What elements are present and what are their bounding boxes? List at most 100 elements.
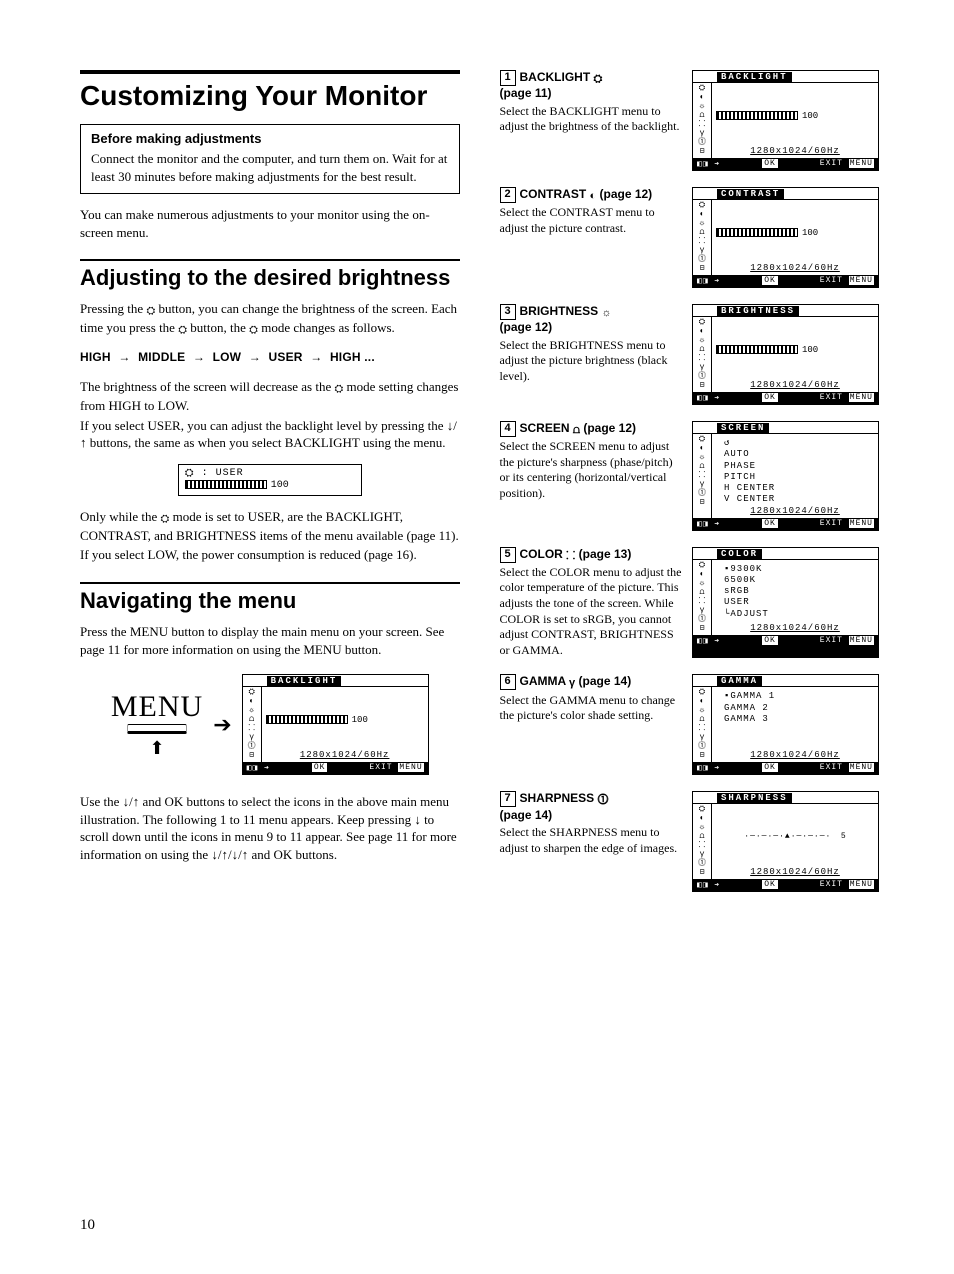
osd-foot-exit: EXIT xyxy=(820,519,843,528)
osd-footer: ◧◨ ➔OKEXIT MENU xyxy=(693,518,878,530)
section-rule xyxy=(80,582,460,584)
osd-foot-nav: ◧◨ ➔ xyxy=(697,636,720,646)
osd-foot-nav: ◧◨ ➔ xyxy=(697,276,720,286)
osd-list-item: └ADJUST xyxy=(724,609,874,620)
osd-gamma: GAMMA ⛭◐☼⩍⸬γ⓵⊟▪GAMMA 1 GAMMA 2 GAMMA 3128… xyxy=(692,674,879,775)
menu-button: ⬆ xyxy=(128,724,186,759)
two-column-layout: Customizing Your Monitor Before making a… xyxy=(80,70,879,908)
number-box: 1 xyxy=(500,70,516,86)
left-column: Customizing Your Monitor Before making a… xyxy=(80,70,460,908)
osd-footer: ◧◨ ➔OKEXIT MENU xyxy=(693,275,878,287)
osd-title: GAMMA xyxy=(717,676,762,686)
menu-item-description: Select the COLOR menu to adjust the colo… xyxy=(500,565,683,659)
title-page-ref: (page 14) xyxy=(500,808,553,822)
osd-title: SHARPNESS xyxy=(717,793,792,803)
osd-foot-nav: ◧◨ ➔ xyxy=(697,519,720,529)
osd-foot-ok: OK xyxy=(762,393,778,402)
osd-list: ▪9300K 6500K sRGB USER └ADJUST xyxy=(716,562,874,623)
osd-color: COLOR ⛭◐☼⩍⸬γ⓵⊟▪9300K 6500K sRGB USER └ADJ… xyxy=(692,547,879,659)
osd-list-item: ▪GAMMA 1 xyxy=(724,691,874,702)
menu-item-heading: 7SHARPNESS ⓵(page 14) xyxy=(500,791,683,823)
title-text: SCREEN xyxy=(520,421,573,435)
level-bar xyxy=(716,345,798,354)
section-adjusting-heading: Adjusting to the desired brightness xyxy=(80,265,460,290)
menu-item-text: 2CONTRAST ◐ (page 12)Select the CONTRAST… xyxy=(500,187,683,288)
osd-resolution: 1280x1024/60Hz xyxy=(716,146,874,156)
osd-sidebar: ⛭◐☼⩍⸬γ⓵⊟ xyxy=(693,804,712,879)
osd-foot-ok: OK xyxy=(312,763,328,772)
osd-foot-menu: MENU xyxy=(849,880,874,889)
adj-paragraph-4: Only while the ⛭ mode is set to USER, ar… xyxy=(80,508,460,544)
menu-item-text: 7SHARPNESS ⓵(page 14)Select the SHARPNES… xyxy=(500,791,683,892)
text-fragment: Pressing the xyxy=(80,301,146,316)
osd-footer: ◧◨ ➔OKEXIT MENU xyxy=(693,762,878,774)
page-title: Customizing Your Monitor xyxy=(80,80,460,112)
menu-item-heading: 4SCREEN ⩍ (page 12) xyxy=(500,421,683,437)
menu-item-text: 5COLOR ⸬ (page 13)Select the COLOR menu … xyxy=(500,547,683,659)
before-body: Connect the monitor and the computer, an… xyxy=(91,150,449,185)
backlight-icon: ⛭ xyxy=(249,323,258,338)
osd-foot-menu: MENU xyxy=(849,763,874,772)
osd-value: 100 xyxy=(802,111,818,121)
osd-foot-menu: MENU xyxy=(849,159,874,168)
osd-foot-ok: OK xyxy=(762,159,778,168)
osd-resolution: 1280x1024/60Hz xyxy=(716,506,874,516)
menu-item-heading: 6GAMMA γ (page 14) xyxy=(500,674,683,690)
osd-foot-ok: OK xyxy=(762,636,778,645)
osd-sidebar: ⛭◐☼⩍⸬γ⓵⊟ xyxy=(693,200,712,275)
osd-content: ·─·─·─·▲·─·─·─· 51280x1024/60Hz xyxy=(712,804,878,879)
osd-backlight-illustration: BACKLIGHT ⛭◐☼⩍⸬γ⓵⊟ 100 1280x1024/60Hz ◧◨… xyxy=(242,674,429,775)
user-label-line: ⛭ : USER xyxy=(185,468,355,480)
level-bar xyxy=(716,228,798,237)
osd-sidebar: ⛭◐☼⩍⸬γ⓵⊟ xyxy=(693,560,712,635)
backlight-icon: ⛭ xyxy=(146,304,155,319)
menu-word: MENU xyxy=(111,690,203,724)
text-fragment: mode changes as follows. xyxy=(258,320,395,335)
osd-list-item: AUTO xyxy=(724,449,874,460)
osd-foot-exit: EXIT xyxy=(820,880,843,889)
osd-foot-exit: EXIT xyxy=(820,763,843,772)
number-box: 3 xyxy=(500,304,516,320)
osd-list-item: ↺ xyxy=(724,438,874,449)
osd-title: COLOR xyxy=(717,549,762,559)
osd-value: 100 xyxy=(802,228,818,238)
osd-footer: ◧◨ ➔OKEXIT MENU xyxy=(693,158,878,170)
user-label: : USER xyxy=(202,468,244,479)
menu-item-description: Select the BRIGHTNESS menu to adjust the… xyxy=(500,338,683,385)
osd-foot-menu: MENU xyxy=(849,636,874,645)
menu-item-text: 1BACKLIGHT ⛭(page 11)Select the BACKLIGH… xyxy=(500,70,683,171)
osd-brightness: BRIGHTNESS⛭◐☼⩍⸬γ⓵⊟1001280x1024/60Hz◧◨ ➔O… xyxy=(692,304,879,405)
osd-content: ▪9300K 6500K sRGB USER └ADJUST1280x1024/… xyxy=(712,560,878,635)
menu-item-color: 5COLOR ⸬ (page 13)Select the COLOR menu … xyxy=(500,547,880,659)
osd-screen: SCREEN⛭◐☼⩍⸬γ⓵⊟↺AUTOPHASEPITCHH CENTERV C… xyxy=(692,421,879,531)
osd-content: ▪GAMMA 1 GAMMA 2 GAMMA 31280x1024/60Hz xyxy=(712,687,878,762)
menu-item-heading: 2CONTRAST ◐ (page 12) xyxy=(500,187,683,203)
osd-resolution: 1280x1024/60Hz xyxy=(716,750,874,760)
menu-item-description: Select the GAMMA menu to change the pict… xyxy=(500,693,683,724)
arrow-up-icon: ⬆ xyxy=(149,738,164,759)
osd-title: BACKLIGHT xyxy=(717,72,792,82)
osd-list-item: 6500K xyxy=(724,575,874,586)
user-mode-indicator: ⛭ : USER 100 xyxy=(178,464,362,496)
menu-item-gamma: 6GAMMA γ (page 14) Select the GAMMA menu … xyxy=(500,674,880,775)
backlight-icon: ⛭ xyxy=(594,72,603,86)
osd-list-item: GAMMA 2 xyxy=(724,703,874,714)
title-text: CONTRAST xyxy=(520,187,590,201)
menu-button-graphic: MENU ⬆ xyxy=(111,690,203,759)
menu-item-description: Select the SHARPNESS menu to adjust to s… xyxy=(500,825,683,856)
level-bar xyxy=(716,111,798,120)
osd-foot-ok: OK xyxy=(762,763,778,772)
color-icon: ⸬ xyxy=(566,549,575,563)
osd-foot-ok: OK xyxy=(762,519,778,528)
osd-list: ↺AUTOPHASEPITCHH CENTERV CENTER xyxy=(716,436,874,506)
section-navigating-heading: Navigating the menu xyxy=(80,588,460,613)
osd-foot-ok: OK xyxy=(762,276,778,285)
osd-footer: ◧◨ ➔OKEXIT MENU xyxy=(693,392,878,404)
osd-sidebar: ⛭◐☼⩍⸬γ⓵⊟ xyxy=(693,687,712,762)
adj-paragraph-1: Pressing the ⛭ button, you can change th… xyxy=(80,300,460,338)
osd-list-item: H CENTER xyxy=(724,483,874,494)
osd-footer: ◧◨ ➔OKEXIT MENU xyxy=(693,635,878,647)
number-box: 5 xyxy=(500,547,516,563)
osd-foot-menu: MENU xyxy=(849,276,874,285)
osd-slider: ·─·─·─·▲·─·─·─· 5 xyxy=(716,806,874,867)
